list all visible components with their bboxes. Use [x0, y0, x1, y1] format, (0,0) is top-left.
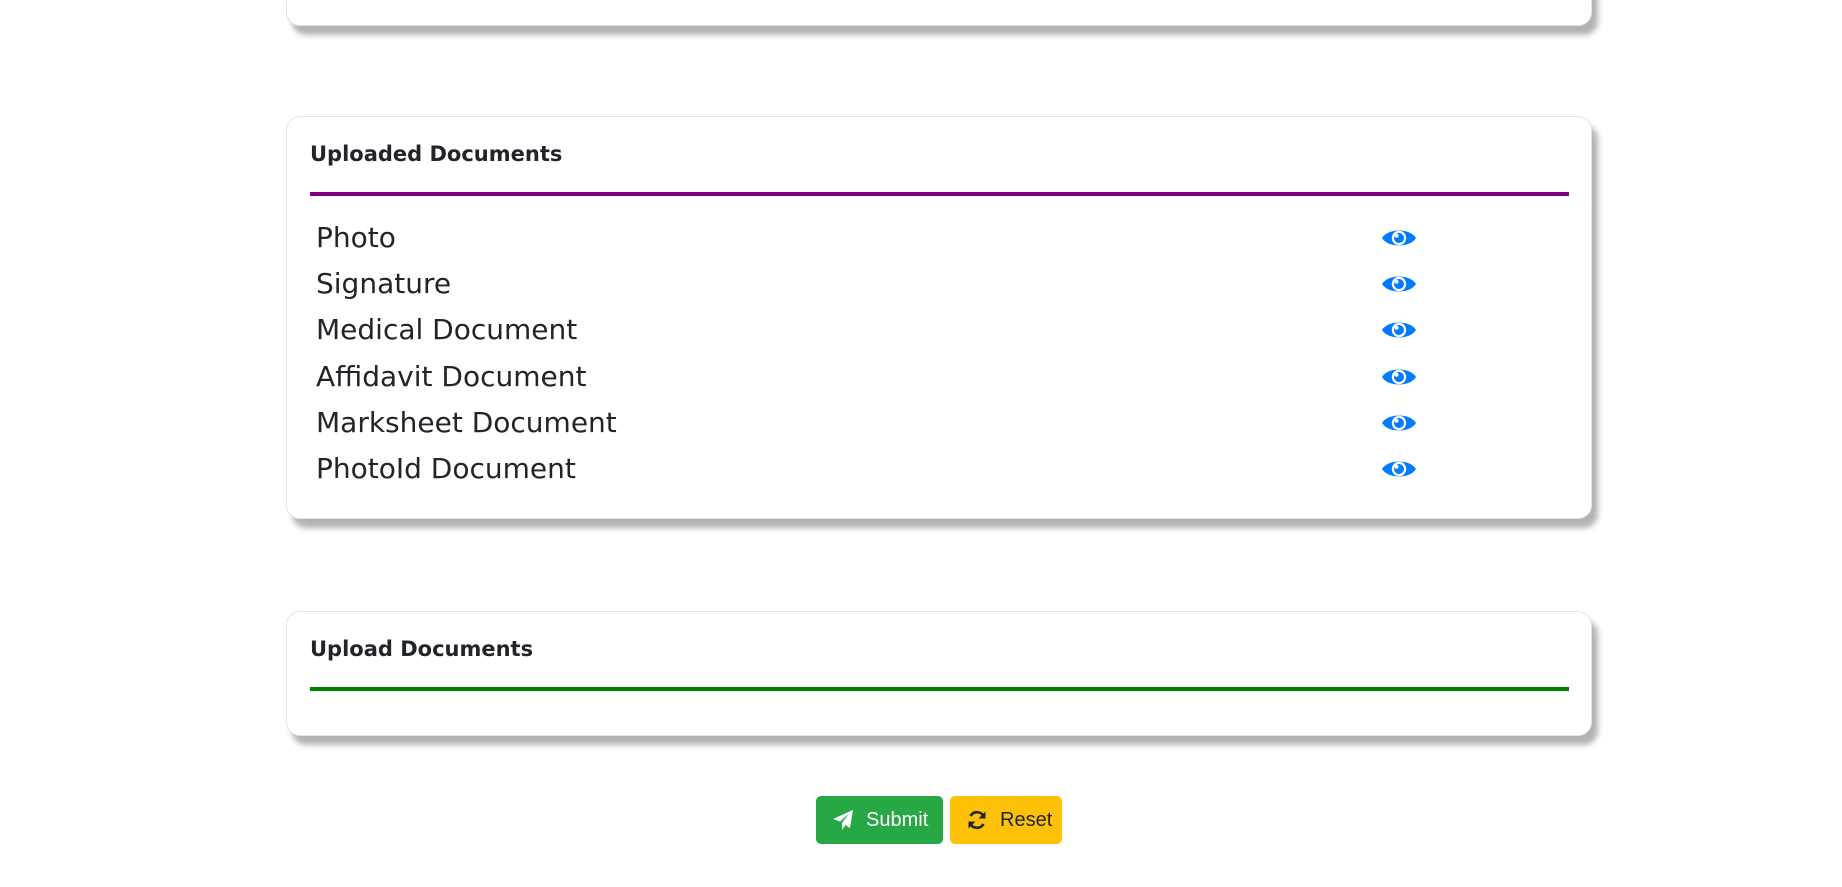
submit-label: Submit	[866, 808, 929, 831]
eye-icon[interactable]	[1381, 364, 1417, 390]
reset-label: Reset	[1000, 808, 1053, 831]
document-label: Affidavit Document	[316, 359, 587, 393]
eye-icon[interactable]	[1381, 456, 1417, 482]
document-label: Medical Document	[316, 313, 578, 347]
document-row: Medical Document	[316, 310, 1591, 356]
document-row: Marksheet Document	[316, 403, 1591, 449]
document-label: Signature	[316, 267, 452, 301]
document-label: Marksheet Document	[316, 405, 617, 439]
uploaded-documents-divider	[310, 192, 1569, 196]
uploaded-documents-card: Uploaded Documents Photo Signature Medic…	[286, 116, 1592, 519]
document-label: Photo	[316, 221, 396, 254]
eye-icon[interactable]	[1381, 410, 1417, 436]
document-row: Signature	[316, 264, 1591, 310]
upload-documents-title: Upload Documents	[310, 637, 534, 661]
document-label: PhotoId Document	[316, 451, 576, 485]
reset-button[interactable]: Reset	[950, 796, 1062, 844]
eye-icon[interactable]	[1381, 317, 1417, 343]
paper-plane-icon	[832, 809, 854, 831]
document-row: PhotoId Document	[316, 449, 1591, 495]
eye-icon[interactable]	[1381, 271, 1417, 297]
submit-button[interactable]: Submit	[816, 796, 943, 844]
uploaded-documents-list: Photo Signature Medical Document Affidav…	[316, 218, 1591, 495]
previous-section-card	[286, 0, 1592, 26]
eye-icon[interactable]	[1381, 225, 1417, 251]
upload-documents-divider	[310, 687, 1569, 691]
document-row: Affidavit Document	[316, 357, 1591, 403]
document-row: Photo	[316, 218, 1591, 264]
upload-documents-card: Upload Documents	[286, 611, 1592, 736]
uploaded-documents-title: Uploaded Documents	[310, 142, 563, 166]
form-actions: Submit Reset	[816, 796, 1062, 844]
refresh-icon	[966, 809, 988, 831]
page: Uploaded Documents Photo Signature Medic…	[0, 0, 1842, 887]
